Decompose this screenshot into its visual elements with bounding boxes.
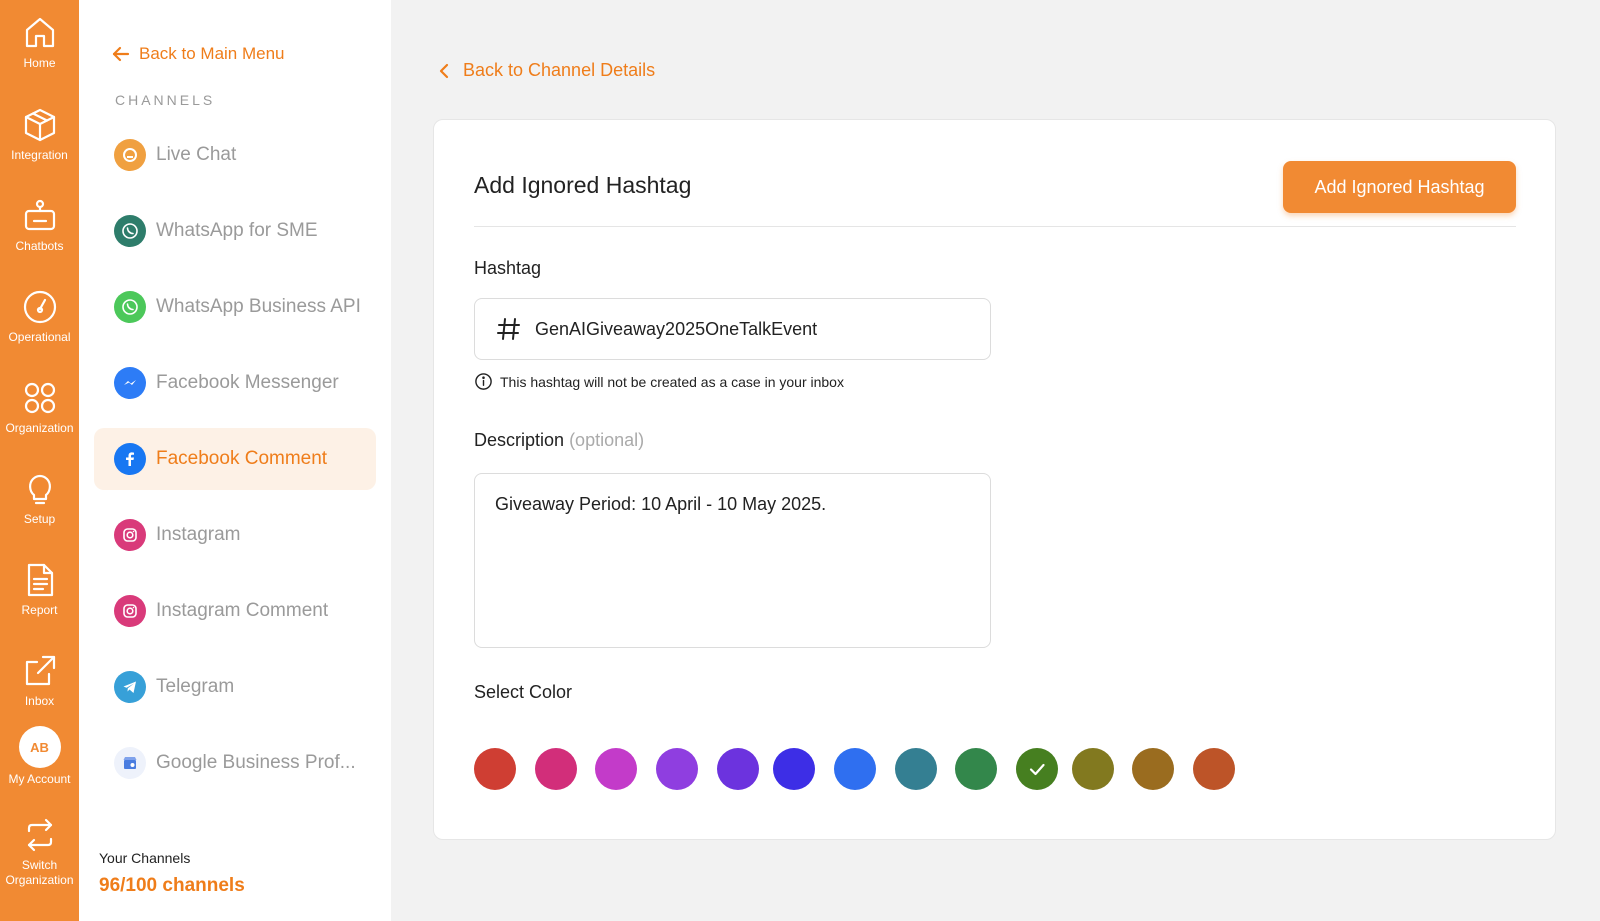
add-hashtag-card: Add Ignored Hashtag Add Ignored Hashtag …	[433, 119, 1556, 840]
color-swatch[interactable]	[834, 748, 876, 790]
arrow-left-icon	[112, 46, 130, 62]
optional-tag: (optional)	[569, 430, 645, 450]
live-chat-icon	[114, 139, 146, 171]
chevron-left-icon	[439, 63, 449, 78]
color-swatch[interactable]	[474, 748, 516, 790]
color-swatch[interactable]	[1132, 748, 1174, 790]
color-swatch[interactable]	[1193, 748, 1235, 790]
channel-sidebar: Back to Main Menu CHANNELS Live Chat Wha…	[79, 0, 391, 921]
hashtag-hint: This hashtag will not be created as a ca…	[474, 372, 844, 391]
channel-count: 96/100 channels	[99, 875, 245, 896]
color-swatch[interactable]	[1072, 748, 1114, 790]
channel-item-facebook-comment[interactable]: Facebook Comment	[94, 428, 376, 490]
external-link-icon	[25, 655, 55, 686]
grid-circles-icon	[24, 382, 55, 414]
channel-item-whatsapp-business-api[interactable]: WhatsApp Business API	[94, 276, 376, 338]
info-icon	[475, 373, 492, 390]
gauge-icon	[23, 290, 56, 324]
channel-item-facebook-messenger[interactable]: Facebook Messenger	[94, 352, 376, 414]
whatsapp-icon	[114, 215, 146, 247]
lightbulb-icon	[28, 474, 51, 505]
nav-inbox[interactable]: Inbox	[0, 652, 79, 709]
color-swatch[interactable]	[535, 748, 577, 790]
hashtag-field-wrapper	[474, 298, 991, 360]
nav-report[interactable]: Report	[0, 561, 79, 618]
your-channels-label: Your Channels	[99, 850, 191, 866]
nav-chatbots[interactable]: Chatbots	[0, 197, 79, 254]
instagram-icon	[114, 519, 146, 551]
telegram-icon	[114, 671, 146, 703]
nav-integration[interactable]: Integration	[0, 106, 79, 163]
nav-my-account[interactable]: AB My Account	[0, 726, 79, 787]
color-swatch[interactable]	[1016, 748, 1058, 790]
instagram-icon	[114, 595, 146, 627]
whatsapp-icon	[114, 291, 146, 323]
color-swatch[interactable]	[955, 748, 997, 790]
select-color-label: Select Color	[474, 682, 573, 702]
nav-setup[interactable]: Setup	[0, 470, 79, 527]
page-title: Add Ignored Hashtag	[474, 172, 692, 198]
avatar: AB	[18, 726, 61, 768]
robot-icon	[24, 199, 55, 231]
description-textarea[interactable]: Giveaway Period: 10 April - 10 May 2025.	[474, 473, 991, 648]
nav-switch-organization[interactable]: Switch Organization	[0, 816, 79, 888]
color-swatch[interactable]	[895, 748, 937, 790]
channel-item-instagram-comment[interactable]: Instagram Comment	[94, 580, 376, 642]
description-label: Description (optional)	[474, 430, 645, 450]
back-to-main-menu-link[interactable]: Back to Main Menu	[111, 44, 285, 64]
messenger-icon	[114, 367, 146, 399]
divider	[474, 226, 1516, 227]
channel-item-google-business[interactable]: Google Business Prof...	[94, 732, 376, 794]
add-ignored-hashtag-button[interactable]: Add Ignored Hashtag	[1283, 161, 1516, 213]
color-swatch[interactable]	[773, 748, 815, 790]
check-icon	[1029, 763, 1045, 776]
channels-section-title: CHANNELS	[115, 92, 216, 108]
document-icon	[27, 563, 53, 597]
switch-arrows-icon	[27, 818, 52, 852]
channel-item-live-chat[interactable]: Live Chat	[94, 124, 376, 186]
facebook-icon	[114, 443, 146, 475]
channel-item-whatsapp-sme[interactable]: WhatsApp for SME	[94, 200, 376, 262]
back-to-channel-details-link[interactable]: Back to Channel Details	[437, 60, 655, 81]
color-picker	[474, 748, 1274, 790]
nav-organization[interactable]: Organization	[0, 379, 79, 436]
hashtag-input[interactable]	[535, 318, 975, 340]
hash-icon	[495, 315, 523, 343]
google-business-icon	[114, 747, 146, 779]
hashtag-label: Hashtag	[474, 258, 542, 278]
channel-item-telegram[interactable]: Telegram	[94, 656, 376, 718]
home-icon	[25, 17, 54, 48]
nav-home[interactable]: Home	[0, 14, 79, 71]
main-nav-rail: Home Integration Chatbots Operational Or…	[0, 0, 79, 921]
nav-operational[interactable]: Operational	[0, 288, 79, 345]
cube-icon	[24, 108, 55, 142]
color-swatch[interactable]	[595, 748, 637, 790]
color-swatch[interactable]	[656, 748, 698, 790]
color-swatch[interactable]	[717, 748, 759, 790]
channel-item-instagram[interactable]: Instagram	[94, 504, 376, 566]
